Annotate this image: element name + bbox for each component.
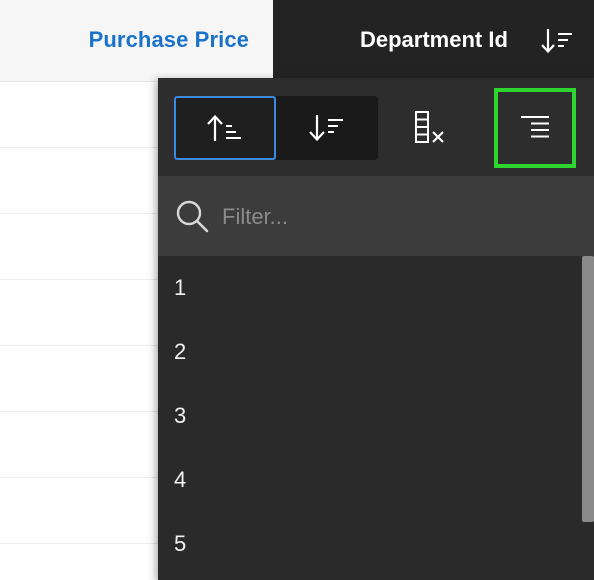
column-header-purchase-price[interactable]: Purchase Price bbox=[0, 0, 273, 82]
sort-ascending-button[interactable] bbox=[174, 96, 276, 160]
table-body bbox=[0, 82, 160, 580]
search-icon bbox=[176, 200, 209, 233]
sort-button-group bbox=[174, 96, 378, 160]
values-list: 1 2 3 4 5 bbox=[158, 256, 582, 580]
clear-column-icon bbox=[415, 111, 444, 143]
list-item[interactable]: 4 bbox=[158, 448, 582, 512]
table-row[interactable] bbox=[0, 412, 160, 478]
sort-descending-icon[interactable] bbox=[540, 26, 576, 56]
filter-bar bbox=[158, 176, 594, 256]
list-item-label: 1 bbox=[174, 275, 187, 300]
column-header-label: Department Id bbox=[360, 27, 508, 52]
list-item[interactable]: 1 bbox=[158, 256, 582, 320]
table-header: Purchase Price Department Id bbox=[0, 0, 594, 82]
list-item-label: 3 bbox=[174, 403, 187, 428]
grid-page: Purchase Price Department Id Filter... 1… bbox=[0, 0, 594, 580]
list-item-label: 4 bbox=[174, 467, 187, 492]
list-item[interactable]: 5 bbox=[158, 512, 582, 576]
table-row[interactable] bbox=[0, 148, 160, 214]
table-row[interactable] bbox=[0, 82, 160, 148]
column-menu-toolbar bbox=[158, 78, 594, 176]
table-row[interactable] bbox=[0, 346, 160, 412]
list-item[interactable]: 3 bbox=[158, 384, 582, 448]
table-row[interactable] bbox=[0, 214, 160, 280]
filter-input[interactable] bbox=[220, 196, 564, 238]
values-scrollbar[interactable] bbox=[582, 256, 594, 580]
sort-descending-button[interactable] bbox=[276, 96, 378, 160]
list-item-label: 2 bbox=[174, 339, 187, 364]
scrollbar-thumb[interactable] bbox=[582, 256, 594, 522]
list-item-label: 5 bbox=[174, 531, 187, 556]
column-header-department-id[interactable]: Department Id bbox=[273, 0, 594, 82]
list-item[interactable]: 2 bbox=[158, 320, 582, 384]
clear-column-button[interactable] bbox=[394, 96, 466, 160]
align-right-icon bbox=[521, 116, 549, 138]
sort-descending-icon bbox=[309, 115, 343, 142]
column-menu-popup: 1 2 3 4 5 bbox=[158, 78, 594, 580]
align-right-button[interactable] bbox=[494, 88, 576, 168]
sort-ascending-icon bbox=[207, 114, 241, 141]
table-row[interactable] bbox=[0, 280, 160, 346]
column-header-label: Purchase Price bbox=[88, 27, 249, 52]
table-row[interactable] bbox=[0, 478, 160, 544]
